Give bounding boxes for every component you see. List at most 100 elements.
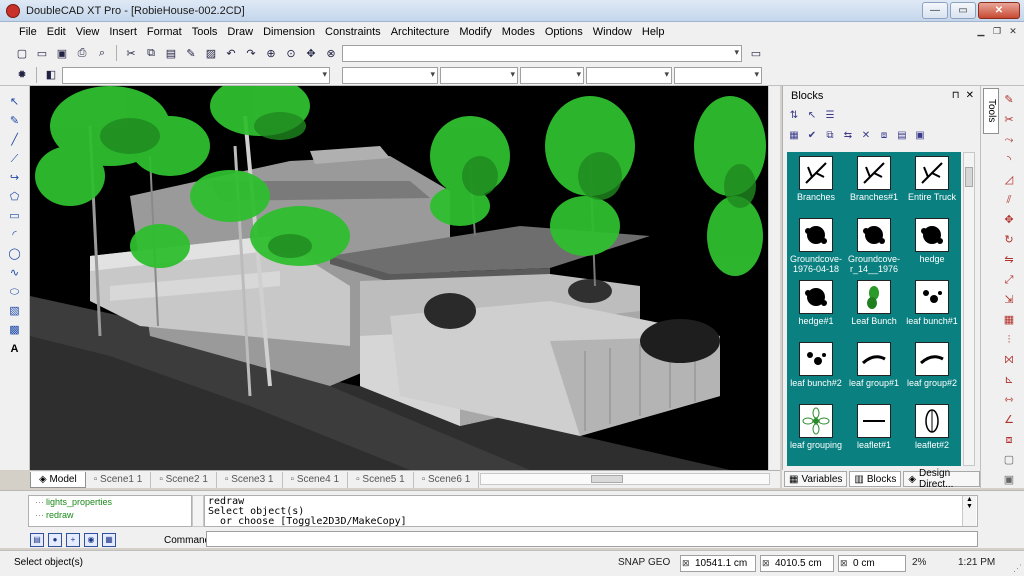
select-tool-icon[interactable]: ▨ bbox=[203, 45, 219, 61]
brush-icon[interactable]: ✎ bbox=[1001, 92, 1017, 108]
menu-format[interactable]: Format bbox=[142, 26, 187, 38]
mdi-minimize-icon[interactable]: ▁ bbox=[974, 24, 988, 38]
pencil-icon[interactable]: ✎ bbox=[7, 113, 23, 129]
menu-file[interactable]: File bbox=[14, 26, 42, 38]
copy-block-icon[interactable]: ⧉ bbox=[823, 129, 837, 143]
group-icon[interactable]: ▢ bbox=[1001, 452, 1017, 468]
ungroup-icon[interactable]: ▣ bbox=[1001, 472, 1017, 488]
mdi-restore-icon[interactable]: ❐ bbox=[990, 24, 1004, 38]
fillet-icon[interactable]: ◝ bbox=[1001, 152, 1017, 168]
minimize-button[interactable]: — bbox=[922, 2, 948, 19]
layer-icon[interactable]: ◧ bbox=[43, 67, 59, 83]
cut-icon[interactable]: ✂ bbox=[123, 45, 139, 61]
save-icon[interactable]: ▣ bbox=[54, 45, 70, 61]
tab-scene2[interactable]: ▫ Scene2 1 bbox=[151, 471, 217, 488]
menu-edit[interactable]: Edit bbox=[42, 26, 71, 38]
polyline-icon[interactable]: ⟋ bbox=[7, 151, 23, 167]
new-block-icon[interactable]: ▦ bbox=[787, 129, 801, 143]
block-item[interactable]: Branches#1 bbox=[845, 156, 903, 218]
snap-toggle[interactable]: SNAP bbox=[618, 555, 645, 572]
close-button[interactable]: ✕ bbox=[978, 2, 1020, 19]
block-item[interactable]: leaflet#2 bbox=[903, 404, 961, 466]
geo-toggle[interactable]: GEO bbox=[648, 555, 670, 572]
viewport-vertical-scrollbar[interactable] bbox=[768, 86, 780, 470]
viewport-horizontal-scrollbar[interactable] bbox=[480, 473, 770, 485]
match-properties-icon[interactable]: ✎ bbox=[183, 45, 199, 61]
pan-icon[interactable]: ✥ bbox=[303, 45, 319, 61]
list-icon[interactable]: ☰ bbox=[823, 109, 837, 123]
menu-modify[interactable]: Modify bbox=[454, 26, 496, 38]
tree-item-lights-properties[interactable]: lights_properties bbox=[35, 496, 191, 509]
tools-vertical-tab[interactable]: Tools bbox=[983, 88, 999, 134]
explode-icon[interactable]: ⧈ bbox=[877, 129, 891, 143]
block-item[interactable]: Entire Truck bbox=[903, 156, 961, 218]
move-icon[interactable]: ✥ bbox=[1001, 212, 1017, 228]
cmd-options-icon[interactable]: ▦ bbox=[102, 533, 116, 547]
pointer-icon[interactable]: ↖ bbox=[805, 109, 819, 123]
block-item[interactable]: Groundcove- r_14__1976 bbox=[845, 218, 903, 280]
y-coordinate[interactable]: 4010.5 cm bbox=[760, 555, 834, 572]
move-block-icon[interactable]: ⇆ bbox=[841, 129, 855, 143]
cmd-layout-icon[interactable]: ▤ bbox=[30, 533, 44, 547]
zoom-window-icon[interactable]: ⊙ bbox=[283, 45, 299, 61]
block-item[interactable]: leaflet#1 bbox=[845, 404, 903, 466]
new-file-icon[interactable]: ▢ bbox=[14, 45, 30, 61]
style-combo[interactable] bbox=[674, 67, 762, 84]
tab-scene3[interactable]: ▫ Scene3 1 bbox=[217, 471, 283, 488]
command-combo[interactable] bbox=[342, 45, 742, 62]
menu-help[interactable]: Help bbox=[637, 26, 670, 38]
array-icon[interactable]: ▦ bbox=[1001, 312, 1017, 328]
offset-icon[interactable]: ⫽ bbox=[1001, 192, 1017, 208]
stretch-icon[interactable]: ⇲ bbox=[1001, 292, 1017, 308]
color-combo[interactable] bbox=[342, 67, 438, 84]
extend-icon[interactable]: ⤳ bbox=[1001, 132, 1017, 148]
scroll-thumb[interactable] bbox=[591, 475, 623, 483]
block-item[interactable]: leaf group#2 bbox=[903, 342, 961, 404]
menu-insert[interactable]: Insert bbox=[104, 26, 142, 38]
zoom-icon[interactable]: ⊕ bbox=[263, 45, 279, 61]
zoom-extents-icon[interactable]: ⊗ bbox=[323, 45, 339, 61]
library-icon[interactable]: ▤ bbox=[895, 129, 909, 143]
rectangle-icon[interactable]: ▭ bbox=[7, 208, 23, 224]
tab-model[interactable]: ◈ Model bbox=[30, 471, 86, 488]
command-input[interactable] bbox=[206, 531, 978, 547]
paste-icon[interactable]: ▤ bbox=[163, 45, 179, 61]
curve-icon[interactable]: ↪ bbox=[7, 170, 23, 186]
block-item[interactable]: leaf group#1 bbox=[845, 342, 903, 404]
cmd-toggle-icon[interactable]: ◉ bbox=[84, 533, 98, 547]
print-icon[interactable]: ⎙ bbox=[74, 45, 90, 61]
select-arrow-icon[interactable]: ↖ bbox=[7, 94, 23, 110]
menu-dimension[interactable]: Dimension bbox=[258, 26, 320, 38]
menu-window[interactable]: Window bbox=[588, 26, 637, 38]
panel-pin-icon[interactable]: ⊓ bbox=[952, 90, 960, 101]
tab-blocks[interactable]: ▥ Blocks bbox=[849, 471, 902, 487]
display-icon[interactable]: ▭ bbox=[748, 45, 764, 61]
cmd-record-icon[interactable]: ● bbox=[48, 533, 62, 547]
panel-close-icon[interactable]: ✕ bbox=[966, 90, 974, 101]
blocks-scrollbar[interactable] bbox=[963, 152, 975, 466]
block-item[interactable]: Branches bbox=[787, 156, 845, 218]
sort-icon[interactable]: ⇅ bbox=[787, 109, 801, 123]
app-icon[interactable] bbox=[6, 3, 20, 18]
insert-check-icon[interactable]: ✔ bbox=[805, 129, 819, 143]
mirror-icon[interactable]: ⇋ bbox=[1001, 252, 1017, 268]
maximize-button[interactable]: ▭ bbox=[950, 2, 976, 19]
menu-tools[interactable]: Tools bbox=[187, 26, 223, 38]
cmd-add-icon[interactable]: + bbox=[66, 533, 80, 547]
menu-options[interactable]: Options bbox=[540, 26, 588, 38]
scroll-thumb[interactable] bbox=[965, 167, 973, 187]
undo-icon[interactable]: ↶ bbox=[223, 45, 239, 61]
trim-icon[interactable]: ✂ bbox=[1001, 112, 1017, 128]
text-icon[interactable]: A bbox=[7, 341, 23, 357]
line-icon[interactable]: ╱ bbox=[7, 132, 23, 148]
layer-combo[interactable] bbox=[62, 67, 330, 84]
lineweight-combo[interactable] bbox=[520, 67, 584, 84]
command-tree[interactable]: lights_properties redraw bbox=[28, 495, 192, 527]
history-scrollbar[interactable]: ▲ ▼ bbox=[962, 496, 976, 526]
tree-item-redraw[interactable]: redraw bbox=[35, 509, 191, 522]
linetype-combo[interactable] bbox=[440, 67, 518, 84]
polygon-icon[interactable]: ⬠ bbox=[7, 189, 23, 205]
block-item[interactable]: leaf bunch#2 bbox=[787, 342, 845, 404]
tree-scrollbar[interactable] bbox=[192, 495, 204, 527]
tab-design-director[interactable]: ◈ Design Direct... bbox=[903, 468, 980, 490]
